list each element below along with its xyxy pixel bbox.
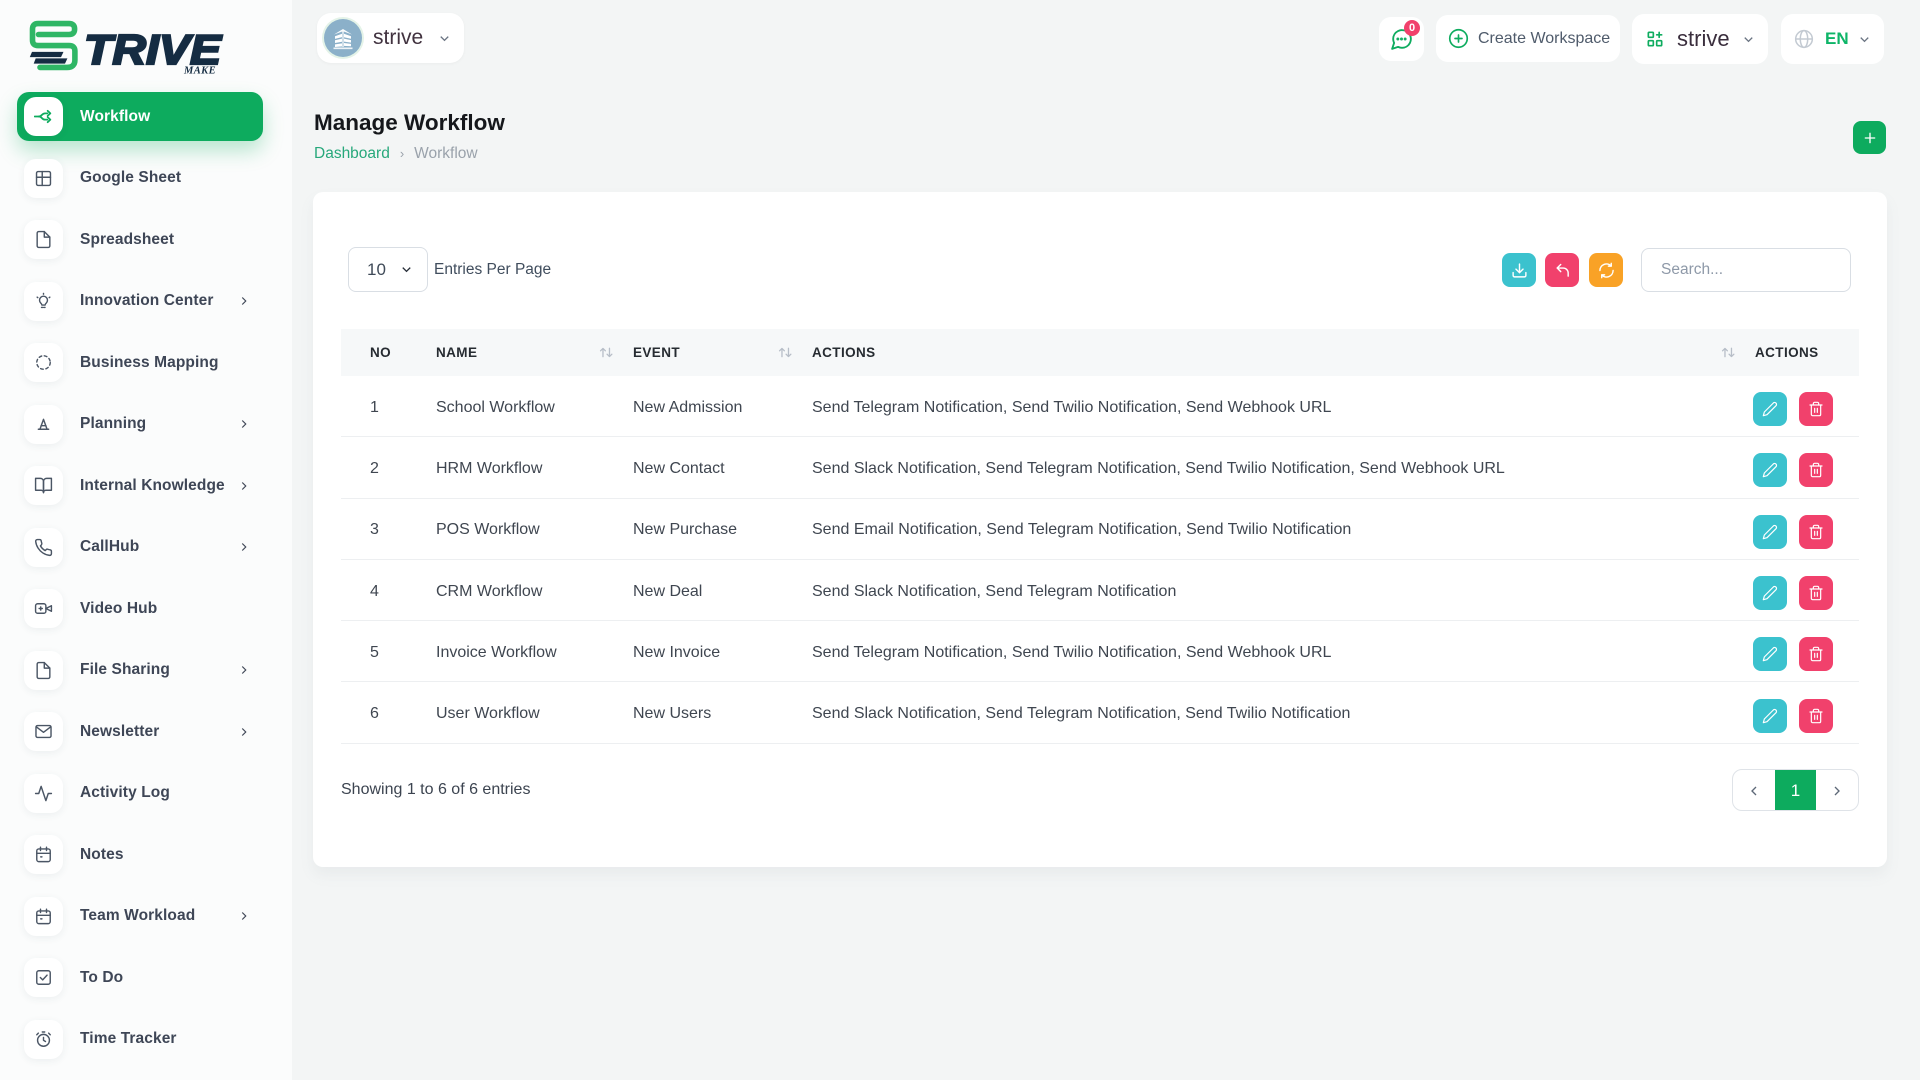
svg-text:MAKE: MAKE — [183, 66, 216, 77]
